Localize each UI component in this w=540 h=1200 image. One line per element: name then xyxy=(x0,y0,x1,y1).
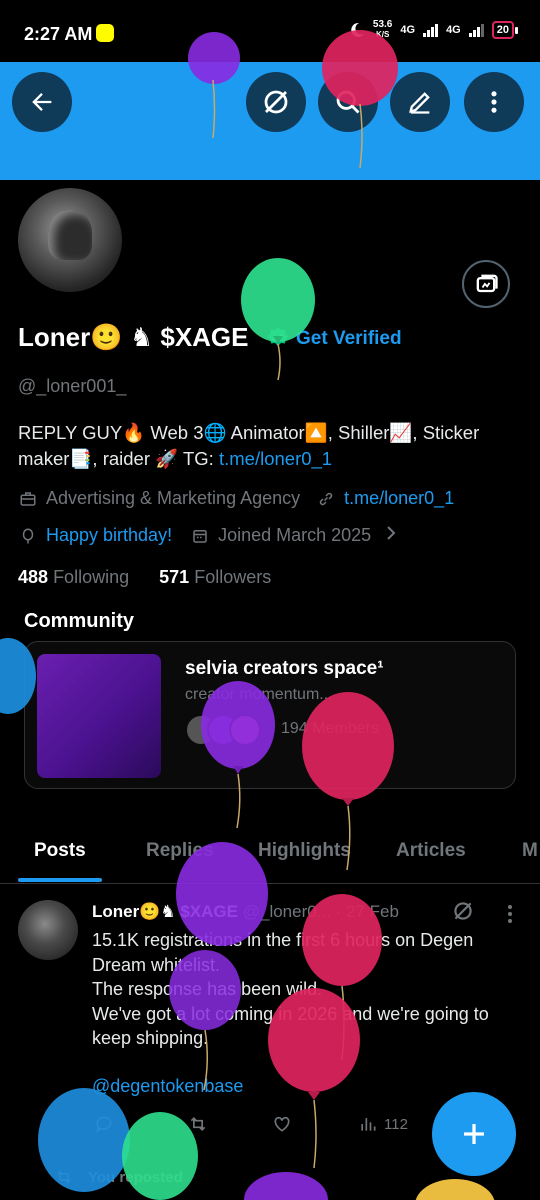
verified-badge-icon xyxy=(267,327,289,346)
meta-row-category: Advertising & Marketing Agency t.me/lone… xyxy=(18,488,454,509)
search-button[interactable] xyxy=(318,72,378,132)
meta-row-dates: Happy birthday! Joined March 2025 xyxy=(18,524,399,547)
post-mention[interactable]: @degentokenbase xyxy=(92,1076,243,1097)
battery-icon: 20 xyxy=(491,21,518,39)
status-indicators: 53.6 K/S 4G 4G 20 xyxy=(349,20,518,40)
member-avatars xyxy=(185,714,265,746)
community-image xyxy=(37,654,161,778)
tab-articles[interactable]: Articles xyxy=(396,840,466,862)
post-date: · 27 Feb xyxy=(335,902,399,921)
more-vertical-icon xyxy=(491,91,497,113)
community-description: creator momentum... xyxy=(185,686,333,703)
profile-name: Loner🙂 ♞ $XAGE xyxy=(18,322,249,352)
profile-handle: @_loner001_ xyxy=(18,376,127,396)
following-link[interactable]: 488 Following xyxy=(18,567,129,587)
balloon-icon xyxy=(18,526,38,546)
edit-profile-button[interactable] xyxy=(390,72,450,132)
moon-icon xyxy=(351,22,364,37)
professional-tools-button[interactable] xyxy=(462,260,510,308)
repost-icon xyxy=(57,1170,71,1184)
back-arrow-icon xyxy=(32,93,52,111)
follow-stats: 488 Following 571 Followers xyxy=(18,567,271,588)
active-tab-indicator xyxy=(18,878,102,882)
calendar-icon xyxy=(190,526,210,546)
tab-replies[interactable]: Replies xyxy=(146,840,214,862)
community-name: selvia creators space¹ xyxy=(185,658,384,679)
repost-button[interactable] xyxy=(188,1114,208,1134)
status-time: 2:27 AM xyxy=(24,24,93,44)
link-icon xyxy=(316,489,336,509)
joined-date: Joined March 2025 xyxy=(218,525,372,545)
media-icon xyxy=(476,274,498,293)
post-text: 15.1K registrations in the first 6 hours… xyxy=(92,930,489,1048)
balloon-purple-bottom xyxy=(244,1172,328,1200)
followers-link[interactable]: 571 Followers xyxy=(159,567,271,587)
grok-icon xyxy=(264,90,288,114)
view-count: 112 xyxy=(384,1115,408,1133)
reply-button[interactable] xyxy=(94,1114,114,1134)
chevron-right-icon[interactable] xyxy=(385,524,399,547)
bio-link[interactable]: t.me/loner0_1 xyxy=(219,448,332,469)
status-bar: 2:27 AM 53.6 K/S 4G 4G 20 xyxy=(0,0,540,62)
get-verified-link[interactable]: Get Verified xyxy=(296,328,402,350)
post-actions: 112 xyxy=(92,1114,422,1140)
heart-icon xyxy=(274,1116,290,1132)
tab-media[interactable]: M xyxy=(522,840,538,862)
back-button[interactable] xyxy=(12,72,72,132)
repost-notice: You reposted xyxy=(54,1168,183,1186)
repost-icon xyxy=(190,1116,206,1132)
compose-post-button[interactable] xyxy=(432,1092,516,1176)
profile-tabs: Posts Replies Highlights Articles M xyxy=(0,820,540,884)
views-icon xyxy=(361,1118,376,1131)
network-speed: 53.6 K/S xyxy=(372,19,393,40)
more-vertical-icon[interactable] xyxy=(500,902,520,926)
post-author[interactable]: Loner🙂♞ $XAGE xyxy=(92,902,238,921)
grok-button[interactable] xyxy=(246,72,306,132)
search-icon xyxy=(336,90,360,114)
plus-icon xyxy=(464,1124,484,1144)
signal-icon xyxy=(468,23,484,37)
like-button[interactable] xyxy=(272,1114,292,1134)
balloon-yellow-bottom xyxy=(415,1179,495,1200)
views-button[interactable]: 112 xyxy=(358,1114,408,1134)
more-button[interactable] xyxy=(464,72,524,132)
website-link[interactable]: t.me/loner0_1 xyxy=(344,488,454,509)
snapchat-icon xyxy=(96,24,114,42)
profile-avatar[interactable] xyxy=(14,184,126,296)
post-handle: @_loner0... xyxy=(242,902,331,921)
post-header: Loner🙂♞ $XAGE @_loner0... · 27 Feb xyxy=(92,902,399,922)
community-heading: Community xyxy=(24,610,134,632)
network-type-1: 4G xyxy=(400,24,416,36)
community-card[interactable]: selvia creators space¹ creator momentum.… xyxy=(24,641,516,789)
grok-icon[interactable] xyxy=(450,898,476,924)
profile-bio: REPLY GUY🔥 Web 3🌐 Animator🔼, Shiller📈, S… xyxy=(18,422,480,469)
network-type-2: 4G xyxy=(446,24,461,36)
tab-posts[interactable]: Posts xyxy=(34,840,86,862)
balloon-green xyxy=(241,258,315,381)
signal-icon xyxy=(423,23,439,37)
birthday-link[interactable]: Happy birthday! xyxy=(46,525,172,546)
tab-highlights[interactable]: Highlights xyxy=(258,840,351,862)
community-members: 194 Members xyxy=(281,720,379,737)
post-avatar[interactable] xyxy=(18,900,78,960)
profile-category: Advertising & Marketing Agency xyxy=(46,488,301,508)
briefcase-icon xyxy=(18,489,38,509)
edit-icon xyxy=(409,92,430,114)
reply-icon xyxy=(95,1116,112,1133)
